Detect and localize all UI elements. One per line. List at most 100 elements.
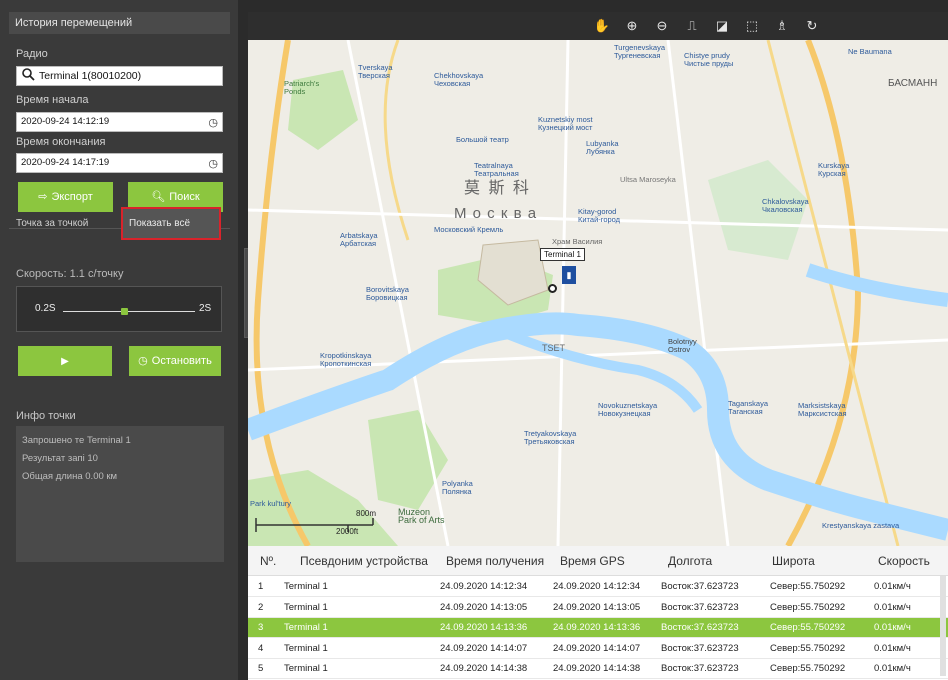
table-cell: 5 [258,663,264,674]
speed-min-label: 0.2S [35,303,56,314]
start-time-value: 2020-09-24 14:12:19 [21,116,110,127]
table-cell: Восток:37.623723 [661,642,739,654]
slider-knob[interactable] [120,308,128,315]
table-row[interactable]: 2 Terminal 1 24.09.2020 14:13:05 24.09.2020… [248,598,948,618]
table-row[interactable]: 5 Terminal 1 24.09.2020 14:14:38 24.09.2020… [248,659,948,679]
table-cell: 24.09.2020 14:12:34 [440,581,528,592]
play-button[interactable]: ▶ [18,346,112,376]
table-cell: 3 [258,622,264,633]
show-all-tab[interactable]: Показать всё [121,207,221,240]
table-cell: Север:55.750292 [770,622,846,633]
clear-icon[interactable]: ♗ [772,16,792,36]
radio-value: Terminal 1(80010200) [39,70,142,82]
search-icon: 🔍︎ [151,191,166,203]
column-header[interactable]: Скорость [878,554,930,568]
map-label: Patriarch's Ponds [284,79,320,96]
info-box: Запрошено те Terminal 1 Результат запі 1… [16,426,224,562]
ruler-icon[interactable]: ⎍ [682,16,702,36]
table-cell: Восток:37.623723 [661,663,739,674]
stop-icon: ◷ [138,355,148,367]
map-label: Храм Василия [552,237,603,246]
column-header[interactable]: Псевдоним устройства [300,554,428,568]
column-header[interactable]: Время GPS [560,554,625,568]
stop-label: Остановить [151,355,212,367]
column-header[interactable]: Nº. [260,554,276,568]
map-label: Bolotnyy Ostrov [668,337,697,354]
table-header: Nº. Псевдоним устройства Время получения… [248,546,948,576]
table-cell: 2 [258,601,264,613]
map-toolbar: ✋ ⊕ ⊖ ⎍ ◪ ⬚ ♗ ↻ [248,12,948,40]
table-cell: 4 [258,642,264,654]
points-table: Nº. Псевдоним устройства Время получения… [248,546,948,680]
info-title: Инфо точки [16,410,76,422]
map-label: Arbatskaya Арбатская [340,231,378,248]
stop-button[interactable]: ◷ Остановить [129,346,221,376]
table-cell: Восток:37.623723 [661,622,739,633]
table-cell: Север:55.750292 [770,642,846,654]
table-cell: 24.09.2020 14:14:38 [553,663,641,674]
info-line: Результат запі 10 [22,453,98,464]
radio-label: Радио [16,48,48,60]
table-row[interactable]: 1 Terminal 1 24.09.2020 14:12:34 24.09.2020… [248,577,948,597]
speed-max-label: 2S [199,303,212,314]
map-label: Teatralnaya Театральная [474,161,519,178]
start-time-input[interactable]: 2020-09-24 14:12:19 ◷ [16,112,223,132]
table-cell: 24.09.2020 14:13:36 [553,622,641,633]
table-cell: 24.09.2020 14:14:07 [553,642,641,654]
end-time-value: 2020-09-24 14:17:19 [21,157,110,168]
slider-track[interactable] [63,311,195,312]
map-label: Ne Baumana [848,47,892,56]
zoom-in-icon[interactable]: ⊕ [622,16,642,36]
radio-select[interactable]: Terminal 1(80010200) [16,66,223,86]
map-view[interactable]: 莫 斯 科 М о с к в а Tverskaya Тверская Che… [248,40,948,546]
point-by-point-tab[interactable]: Точка за точкой [16,218,88,229]
table-cell: 24.09.2020 14:14:38 [440,663,528,674]
table-row[interactable]: 4 Terminal 1 24.09.2020 14:14:07 24.09.2020… [248,639,948,659]
table-scrollbar[interactable] [940,576,946,676]
table-cell: Terminal 1 [284,642,328,654]
table-row[interactable]: 3 Terminal 1 24.09.2020 14:13:36 24.09.2020… [248,618,948,638]
table-cell: Terminal 1 [284,663,328,674]
map-label: Kurskaya Курская [818,161,850,178]
map-label: TSET [542,343,566,353]
table-cell: 0.01км/ч [874,601,911,613]
map-label: БАСМАНН [888,78,938,89]
map-label: Borovitskaya Боровицкая [366,285,409,302]
column-header[interactable]: Широта [772,554,815,568]
map-label: Kropotkinskaya Кропоткинская [320,351,372,368]
table-cell: Восток:37.623723 [661,601,739,613]
app-window: История перемещений Радио Terminal 1(800… [0,0,948,680]
radio-device-icon[interactable]: ▮ [562,266,576,284]
history-panel: История перемещений Радио Terminal 1(800… [0,0,238,680]
map-label: Chkalovskaya Чкаловская [762,197,809,214]
column-header[interactable]: Долгота [668,554,712,568]
table-cell: 24.09.2020 14:14:07 [440,642,528,654]
column-header[interactable]: Время получения [446,554,544,568]
zoom-out-icon[interactable]: ⊖ [652,16,672,36]
search-label: Поиск [169,191,200,203]
map-label: Lubyanka Лубянка [586,139,619,156]
map-label: Taganskaya Таганская [728,399,769,416]
scale-feet: 2000ft [336,527,359,536]
end-time-input[interactable]: 2020-09-24 14:17:19 ◷ [16,153,223,173]
clock-icon[interactable]: ◷ [208,155,218,173]
export-button[interactable]: ⇨ Экспорт [18,182,113,212]
fit-extent-icon[interactable]: ◪ [712,16,732,36]
panel-title: История перемещений [9,12,230,34]
map-label: Ultsa Maroseyka [620,175,676,184]
city-label-ru: М о с к в а [454,205,538,222]
city-label-cn: 莫 斯 科 [464,180,531,197]
fullscreen-icon[interactable]: ⬚ [742,16,762,36]
refresh-icon[interactable]: ↻ [802,16,822,36]
map-label: Muzeon Park of Arts [398,507,445,525]
map-label: Tretyakovskaya Третьяковская [524,429,577,446]
marker-label: Terminal 1 [540,248,585,261]
info-line: Запрошено те Terminal 1 [22,435,131,446]
track-point-marker[interactable] [548,284,557,293]
pan-icon[interactable]: ✋ [592,16,612,36]
clock-icon[interactable]: ◷ [208,114,218,132]
speed-slider[interactable]: 0.2S 2S [16,286,222,332]
table-cell: 0.01км/ч [874,663,911,674]
table-cell: Север:55.750292 [770,581,846,592]
map-label: Krestyanskaya zastava [822,521,900,530]
